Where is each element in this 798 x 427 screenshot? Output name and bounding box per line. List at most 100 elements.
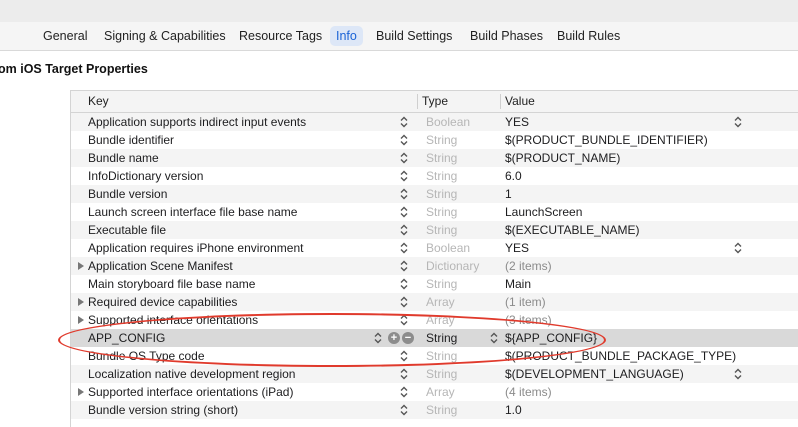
key-stepper-icon[interactable] <box>399 151 409 165</box>
value-stepper-icon[interactable] <box>733 241 743 255</box>
row-type: String <box>426 151 458 165</box>
column-divider[interactable] <box>500 94 501 109</box>
column-header-key[interactable]: Key <box>88 91 109 112</box>
row-type: Array <box>426 385 455 399</box>
row-key: Main storyboard file base name <box>88 277 256 291</box>
table-row[interactable]: Required device capabilities Array (1 item… <box>71 293 798 311</box>
row-value[interactable]: YES <box>505 113 529 131</box>
row-key: Supported interface orientations (iPad) <box>88 385 294 399</box>
table-row[interactable]: Bundle identifier String $(PRODUCT_BUNDLE_… <box>71 131 798 149</box>
row-type: String <box>426 403 458 417</box>
row-key: Bundle identifier <box>88 133 175 147</box>
remove-row-button[interactable]: − <box>402 332 414 344</box>
row-key: Application supports indirect input even… <box>88 115 307 129</box>
row-type: Array <box>426 313 455 327</box>
row-value[interactable]: $(PRODUCT_BUNDLE_PACKAGE_TYPE) <box>505 347 736 365</box>
table-row[interactable]: Launch screen interface file base name St… <box>71 203 798 221</box>
tab-build-rules[interactable]: Build Rules <box>551 26 626 46</box>
table-row[interactable]: Supported interface orientations (iPad) A… <box>71 383 798 401</box>
row-value[interactable]: $(PRODUCT_BUNDLE_IDENTIFIER) <box>505 131 708 149</box>
disclosure-triangle-icon[interactable] <box>78 262 84 270</box>
row-type: String <box>426 331 458 345</box>
key-stepper-icon[interactable] <box>399 313 409 327</box>
row-value[interactable]: (3 items) <box>505 311 552 329</box>
row-value[interactable]: ${APP_CONFIG} <box>505 329 597 347</box>
row-value[interactable]: LaunchScreen <box>505 203 582 221</box>
table-row[interactable]: Application requires iPhone environment B… <box>71 239 798 257</box>
row-value[interactable]: (2 items) <box>505 257 552 275</box>
table-row[interactable]: Application Scene Manifest Dictionary (2 i… <box>71 257 798 275</box>
row-value[interactable]: 1.0 <box>505 401 522 419</box>
tab-build-settings[interactable]: Build Settings <box>370 26 458 46</box>
row-value[interactable]: Main <box>505 275 531 293</box>
table-row[interactable]: Main storyboard file base name String Main <box>71 275 798 293</box>
row-value[interactable]: $(DEVELOPMENT_LANGUAGE) <box>505 365 684 383</box>
value-stepper-icon[interactable] <box>733 115 743 129</box>
row-key: Executable file <box>88 223 167 237</box>
row-type: String <box>426 223 458 237</box>
row-key: Application Scene Manifest <box>88 259 233 273</box>
value-stepper-icon[interactable] <box>733 367 743 381</box>
table-row[interactable]: Supported interface orientations Array (3 … <box>71 311 798 329</box>
disclosure-triangle-icon[interactable] <box>78 298 84 306</box>
table-row[interactable]: Executable file String $(EXECUTABLE_NAME) <box>71 221 798 239</box>
key-stepper-icon[interactable] <box>399 349 409 363</box>
type-stepper-icon[interactable] <box>489 331 499 345</box>
tab-signing-capabilities[interactable]: Signing & Capabilities <box>98 26 232 46</box>
table-row[interactable]: Localization native development region St… <box>71 365 798 383</box>
disclosure-triangle-icon[interactable] <box>78 388 84 396</box>
row-value[interactable]: YES <box>505 239 529 257</box>
table-row[interactable]: Bundle OS Type code String $(PRODUCT_BUNDL… <box>71 347 798 365</box>
table-row-selected[interactable]: APP_CONFIG + − String ${APP_CONFIG} <box>71 329 798 347</box>
properties-table: Key Type Value Application supports indi… <box>70 90 798 427</box>
key-stepper-icon[interactable] <box>399 295 409 309</box>
column-header-value[interactable]: Value <box>505 91 535 112</box>
key-stepper-icon[interactable] <box>399 277 409 291</box>
row-key: APP_CONFIG <box>88 331 166 345</box>
row-key: Required device capabilities <box>88 295 238 309</box>
disclosure-triangle-icon[interactable] <box>78 316 84 324</box>
key-stepper-icon[interactable] <box>399 187 409 201</box>
table-row[interactable]: Bundle version String 1 <box>71 185 798 203</box>
row-value[interactable]: 1 <box>505 185 512 203</box>
key-stepper-icon[interactable] <box>399 367 409 381</box>
key-stepper-icon[interactable] <box>399 259 409 273</box>
row-value[interactable]: $(PRODUCT_NAME) <box>505 149 620 167</box>
row-key: Application requires iPhone environment <box>88 241 304 255</box>
key-stepper-icon[interactable] <box>399 223 409 237</box>
add-row-button[interactable]: + <box>388 332 400 344</box>
row-value[interactable]: (4 items) <box>505 383 552 401</box>
table-row[interactable]: Application supports indirect input even… <box>71 113 798 131</box>
key-stepper-icon[interactable] <box>399 385 409 399</box>
row-type: String <box>426 133 458 147</box>
key-stepper-icon[interactable] <box>399 115 409 129</box>
row-type: Boolean <box>426 115 471 129</box>
table-row[interactable]: Bundle name String $(PRODUCT_NAME) <box>71 149 798 167</box>
row-value[interactable]: $(EXECUTABLE_NAME) <box>505 221 639 239</box>
section-title: om iOS Target Properties <box>0 62 148 76</box>
key-stepper-icon[interactable] <box>399 205 409 219</box>
tab-build-phases[interactable]: Build Phases <box>464 26 549 46</box>
table-row[interactable]: InfoDictionary version String 6.0 <box>71 167 798 185</box>
row-key: Supported interface orientations <box>88 313 259 327</box>
tab-general[interactable]: General <box>37 26 93 46</box>
table-header: Key Type Value <box>71 91 798 113</box>
key-stepper-icon[interactable] <box>399 403 409 417</box>
key-stepper-icon[interactable] <box>399 133 409 147</box>
key-stepper-icon[interactable] <box>373 331 383 345</box>
tab-info[interactable]: Info <box>330 26 363 46</box>
row-type: String <box>426 349 458 363</box>
row-value[interactable]: 6.0 <box>505 167 522 185</box>
table-row[interactable]: Bundle version string (short) String 1.0 <box>71 401 798 419</box>
row-value[interactable]: (1 item) <box>505 293 546 311</box>
column-header-type[interactable]: Type <box>422 91 448 112</box>
row-type: String <box>426 187 458 201</box>
tab-resource-tags[interactable]: Resource Tags <box>233 26 328 46</box>
column-divider[interactable] <box>417 94 418 109</box>
row-key: Launch screen interface file base name <box>88 205 298 219</box>
row-type: String <box>426 367 458 381</box>
key-stepper-icon[interactable] <box>399 169 409 183</box>
editor-tab-bar: General Signing & Capabilities Resource … <box>0 22 798 51</box>
key-stepper-icon[interactable] <box>399 241 409 255</box>
row-key: InfoDictionary version <box>88 169 204 183</box>
